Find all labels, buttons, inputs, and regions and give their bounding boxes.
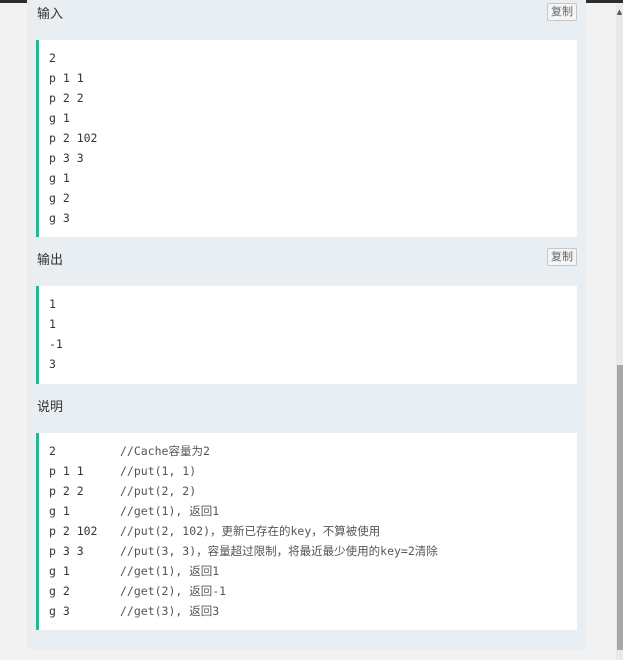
sample-io-panel: 输入 复制 2 p 1 1 p 2 2 g 1 p 2 102 p 3 3 g …: [27, 0, 586, 650]
output-line: -1: [49, 337, 63, 351]
input-code-box: 2 p 1 1 p 2 2 g 1 p 2 102 p 3 3 g 1 g 2 …: [36, 40, 577, 237]
output-line: 1: [49, 297, 56, 311]
output-section-title: 输出: [37, 253, 64, 268]
explanation-line: g 1//get(1), 返回1: [49, 564, 220, 578]
explanation-line: g 1//get(1), 返回1: [49, 504, 220, 518]
input-line: g 1: [49, 111, 70, 125]
input-line: p 2 102: [49, 131, 98, 145]
input-line: g 2: [49, 191, 70, 205]
output-line: 3: [49, 357, 56, 371]
input-line: p 1 1: [49, 71, 84, 85]
explanation-line: p 2 2//put(2, 2): [49, 484, 197, 498]
scroll-up-arrow-icon[interactable]: ▲: [616, 7, 623, 17]
input-line: p 2 2: [49, 91, 84, 105]
explanation-line: 2//Cache容量为2: [49, 444, 210, 458]
copy-input-button[interactable]: 复制: [547, 3, 577, 21]
scrollbar-thumb[interactable]: [617, 365, 623, 650]
explanation-line: p 3 3//put(3, 3)，容量超过限制，将最近最少使用的key=2清除: [49, 544, 438, 558]
explanation-line: g 2//get(2), 返回-1: [49, 584, 227, 598]
explanation-line: p 1 1//put(1, 1): [49, 464, 197, 478]
output-line: 1: [49, 317, 56, 331]
input-line: g 3: [49, 211, 70, 225]
explanation-line: p 2 102//put(2, 102)，更新已存在的key，不算被使用: [49, 524, 381, 538]
explanation-line: g 3//get(3), 返回3: [49, 604, 220, 618]
input-line: 2: [49, 51, 56, 65]
input-section-title: 输入: [37, 7, 64, 22]
input-line: g 1: [49, 171, 70, 185]
vertical-scrollbar[interactable]: ▲: [616, 3, 623, 660]
copy-output-button[interactable]: 复制: [547, 248, 577, 266]
input-line: p 3 3: [49, 151, 84, 165]
explanation-code-box: 2//Cache容量为2 p 1 1//put(1, 1) p 2 2//put…: [36, 433, 577, 630]
explanation-section-title: 说明: [37, 400, 64, 415]
output-code-box: 1 1 -1 3: [36, 286, 577, 384]
